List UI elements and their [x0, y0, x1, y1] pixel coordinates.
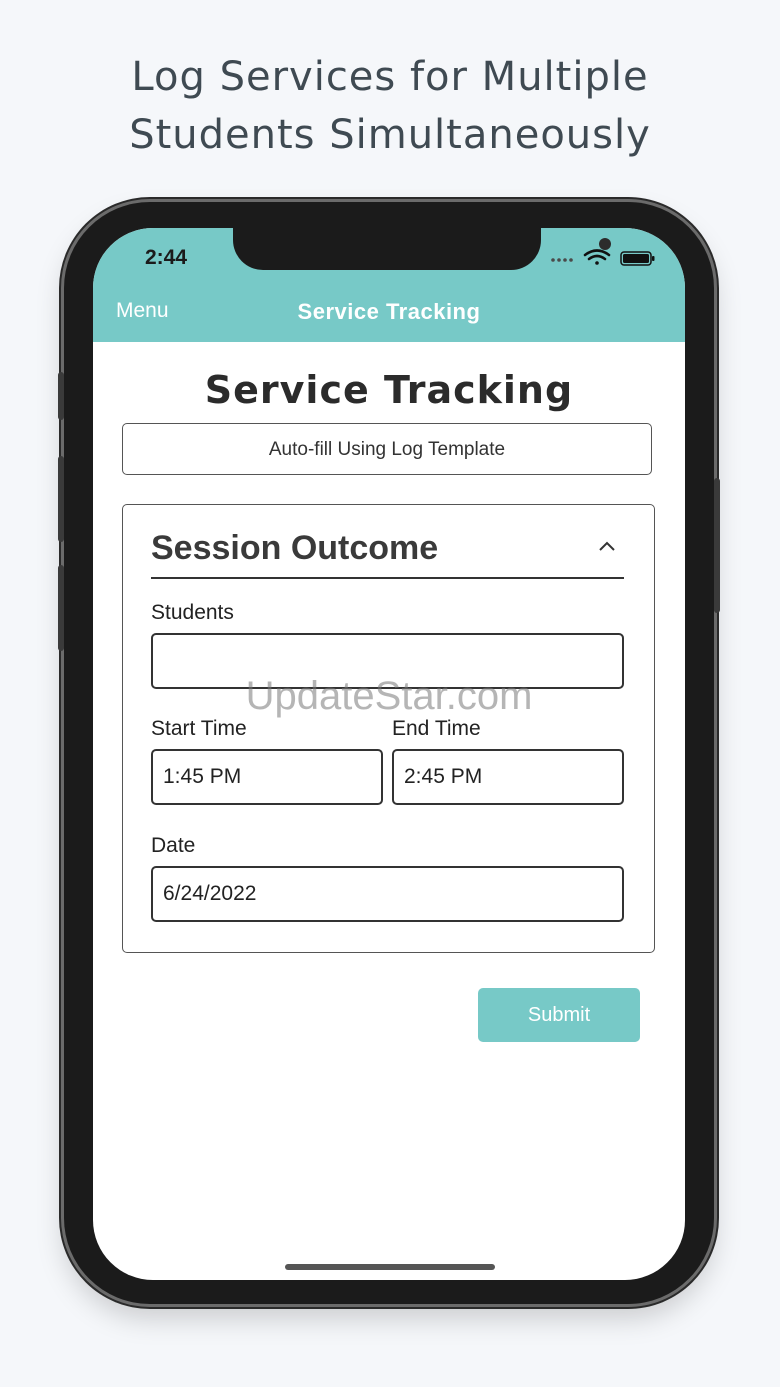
end-time-label: End Time [392, 717, 481, 740]
status-time: 2:44 [145, 246, 188, 269]
phone-notch [233, 228, 611, 270]
end-time-field[interactable]: 2:45 PM [392, 749, 624, 805]
top-bar: 2:44 Menu Service Tracking [93, 228, 685, 342]
phone-silent-switch [58, 372, 64, 420]
status-icons [551, 249, 655, 266]
headline-line-2: Students Simultaneously [129, 112, 651, 158]
phone-volume-up [58, 456, 64, 542]
phone-volume-down [58, 565, 64, 651]
date-label: Date [151, 834, 196, 857]
page-title: Service Tracking [204, 368, 574, 412]
battery-icon [620, 251, 655, 266]
submit-button[interactable]: Submit [478, 988, 640, 1042]
session-outcome-title: Session Outcome [151, 529, 439, 567]
start-time-label: Start Time [151, 717, 247, 740]
students-input[interactable] [151, 633, 624, 689]
nav-title: Service Tracking [297, 299, 481, 324]
headline-line-1: Log Services for Multiple [131, 54, 649, 100]
phone-power-button [714, 478, 720, 613]
session-outcome-card: Session Outcome Students Start Time 1:45… [122, 504, 655, 953]
date-field[interactable]: 6/24/2022 [151, 866, 624, 922]
home-indicator[interactable] [285, 1264, 495, 1270]
students-label: Students [151, 601, 234, 624]
autofill-template-button[interactable]: Auto-fill Using Log Template [122, 423, 652, 475]
app-screen: 2:44 Menu Service Tracking Service Track… [93, 228, 685, 1280]
start-time-field[interactable]: 1:45 PM [151, 749, 383, 805]
signal-dots-icon [551, 258, 573, 262]
chevron-up-icon[interactable] [597, 539, 617, 553]
wifi-icon [583, 249, 611, 265]
marketing-headline: Log Services for Multiple Students Simul… [0, 48, 780, 164]
card-divider [151, 577, 624, 579]
